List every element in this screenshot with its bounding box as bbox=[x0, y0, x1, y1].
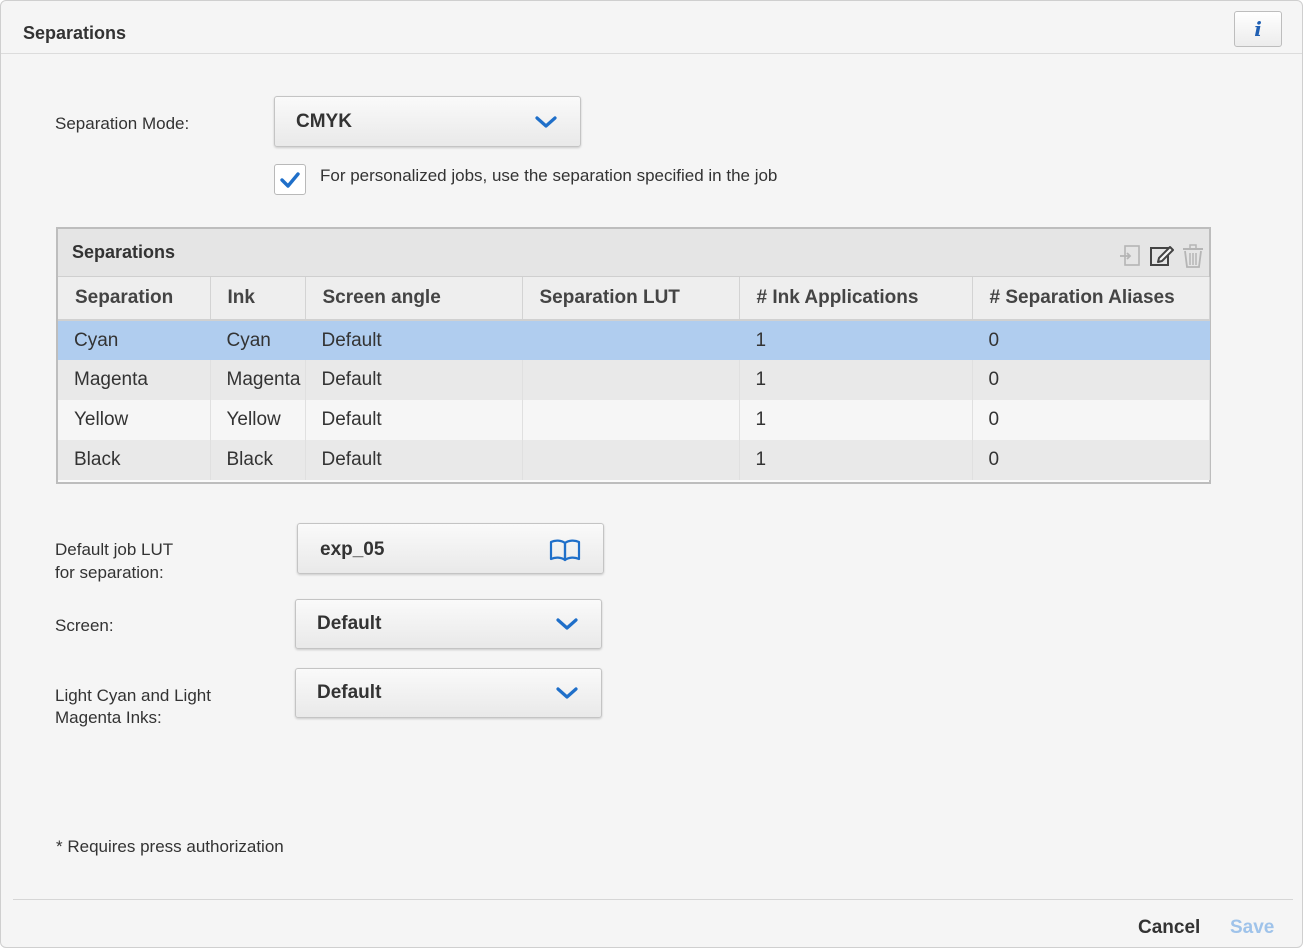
default-lut-value: exp_05 bbox=[320, 539, 385, 560]
table-header-row: Separation Ink Screen angle Separation L… bbox=[58, 277, 1210, 321]
dialog-title: Separations bbox=[23, 23, 127, 43]
table-row-cyan[interactable]: Cyan Cyan Default 1 0 bbox=[58, 320, 1210, 360]
save-button[interactable]: Save bbox=[1230, 917, 1274, 939]
default-lut-label-line1: Default job LUT bbox=[55, 540, 174, 559]
separations-grid: Separations Separation Ink Screen angle … bbox=[56, 227, 1211, 484]
light-inks-dropdown[interactable]: Default bbox=[295, 668, 602, 718]
cell-separation-lut bbox=[522, 360, 740, 400]
column-header-separation-aliases[interactable]: # Separation Aliases bbox=[972, 277, 1210, 321]
cell-separation-aliases: 0 bbox=[972, 320, 1210, 360]
add-icon[interactable] bbox=[1118, 243, 1144, 269]
cell-separation: Black bbox=[58, 440, 211, 480]
chevron-down-icon bbox=[556, 618, 578, 630]
light-inks-label-line1: Light Cyan and Light bbox=[55, 686, 211, 705]
column-header-ink-applications[interactable]: # Ink Applications bbox=[739, 277, 973, 321]
table-row-yellow[interactable]: Yellow Yellow Default 1 0 bbox=[58, 400, 1210, 440]
column-header-ink[interactable]: Ink bbox=[210, 277, 306, 321]
default-lut-selector[interactable]: exp_05 bbox=[297, 523, 604, 574]
cell-screen-angle: Default bbox=[305, 440, 523, 480]
cell-separation-lut bbox=[522, 400, 740, 440]
authorization-note: * Requires press authorization bbox=[56, 837, 284, 856]
checkmark-icon bbox=[280, 171, 300, 188]
screen-value: Default bbox=[317, 613, 382, 634]
delete-icon[interactable] bbox=[1180, 243, 1206, 269]
personalized-jobs-label: For personalized jobs, use the separatio… bbox=[320, 166, 778, 185]
chevron-down-icon bbox=[535, 115, 557, 128]
cell-screen-angle: Default bbox=[305, 320, 523, 360]
cell-separation: Magenta bbox=[58, 360, 211, 400]
column-header-screen-angle[interactable]: Screen angle bbox=[305, 277, 523, 321]
dialog-header: Separations i bbox=[1, 1, 1302, 54]
info-button[interactable]: i bbox=[1234, 11, 1282, 47]
cell-ink-applications: 1 bbox=[739, 360, 973, 400]
cell-ink: Magenta bbox=[210, 360, 306, 400]
cell-screen-angle: Default bbox=[305, 400, 523, 440]
separation-mode-value: CMYK bbox=[296, 110, 352, 132]
cell-separation-lut bbox=[522, 440, 740, 480]
screen-dropdown[interactable]: Default bbox=[295, 599, 602, 649]
cell-ink-applications: 1 bbox=[739, 400, 973, 440]
separation-mode-label: Separation Mode: bbox=[55, 114, 190, 133]
cell-ink: Yellow bbox=[210, 400, 306, 440]
light-inks-value: Default bbox=[317, 682, 382, 703]
cell-separation: Cyan bbox=[58, 320, 211, 360]
separations-table: Separation Ink Screen angle Separation L… bbox=[58, 277, 1210, 480]
cell-separation-aliases: 0 bbox=[972, 440, 1210, 480]
table-row-black[interactable]: Black Black Default 1 0 bbox=[58, 440, 1210, 480]
table-row-magenta[interactable]: Magenta Magenta Default 1 0 bbox=[58, 360, 1210, 400]
cell-separation: Yellow bbox=[58, 400, 211, 440]
footer-divider bbox=[13, 899, 1293, 900]
cell-ink-applications: 1 bbox=[739, 320, 973, 360]
cell-ink: Cyan bbox=[210, 320, 306, 360]
cell-ink: Black bbox=[210, 440, 306, 480]
cell-separation-aliases: 0 bbox=[972, 360, 1210, 400]
default-lut-label-line2: for separation: bbox=[55, 563, 164, 582]
column-header-separation[interactable]: Separation bbox=[58, 277, 211, 321]
cell-ink-applications: 1 bbox=[739, 440, 973, 480]
separation-mode-dropdown[interactable]: CMYK bbox=[274, 96, 581, 147]
cell-separation-lut bbox=[522, 320, 740, 360]
cell-screen-angle: Default bbox=[305, 360, 523, 400]
light-inks-label-line2: Magenta Inks: bbox=[55, 708, 162, 727]
edit-icon[interactable] bbox=[1148, 243, 1174, 269]
chevron-down-icon bbox=[556, 687, 578, 699]
cell-separation-aliases: 0 bbox=[972, 400, 1210, 440]
personalized-jobs-checkbox[interactable] bbox=[274, 164, 306, 195]
cancel-button[interactable]: Cancel bbox=[1138, 917, 1200, 939]
book-icon bbox=[549, 539, 581, 562]
separations-dialog: Separations i Separation Mode: CMYK For … bbox=[0, 0, 1303, 948]
column-header-separation-lut[interactable]: Separation LUT bbox=[522, 277, 740, 321]
info-icon: i bbox=[1254, 17, 1262, 41]
grid-title-bar: Separations bbox=[58, 229, 1209, 277]
grid-title: Separations bbox=[72, 242, 176, 262]
screen-label: Screen: bbox=[55, 616, 114, 635]
